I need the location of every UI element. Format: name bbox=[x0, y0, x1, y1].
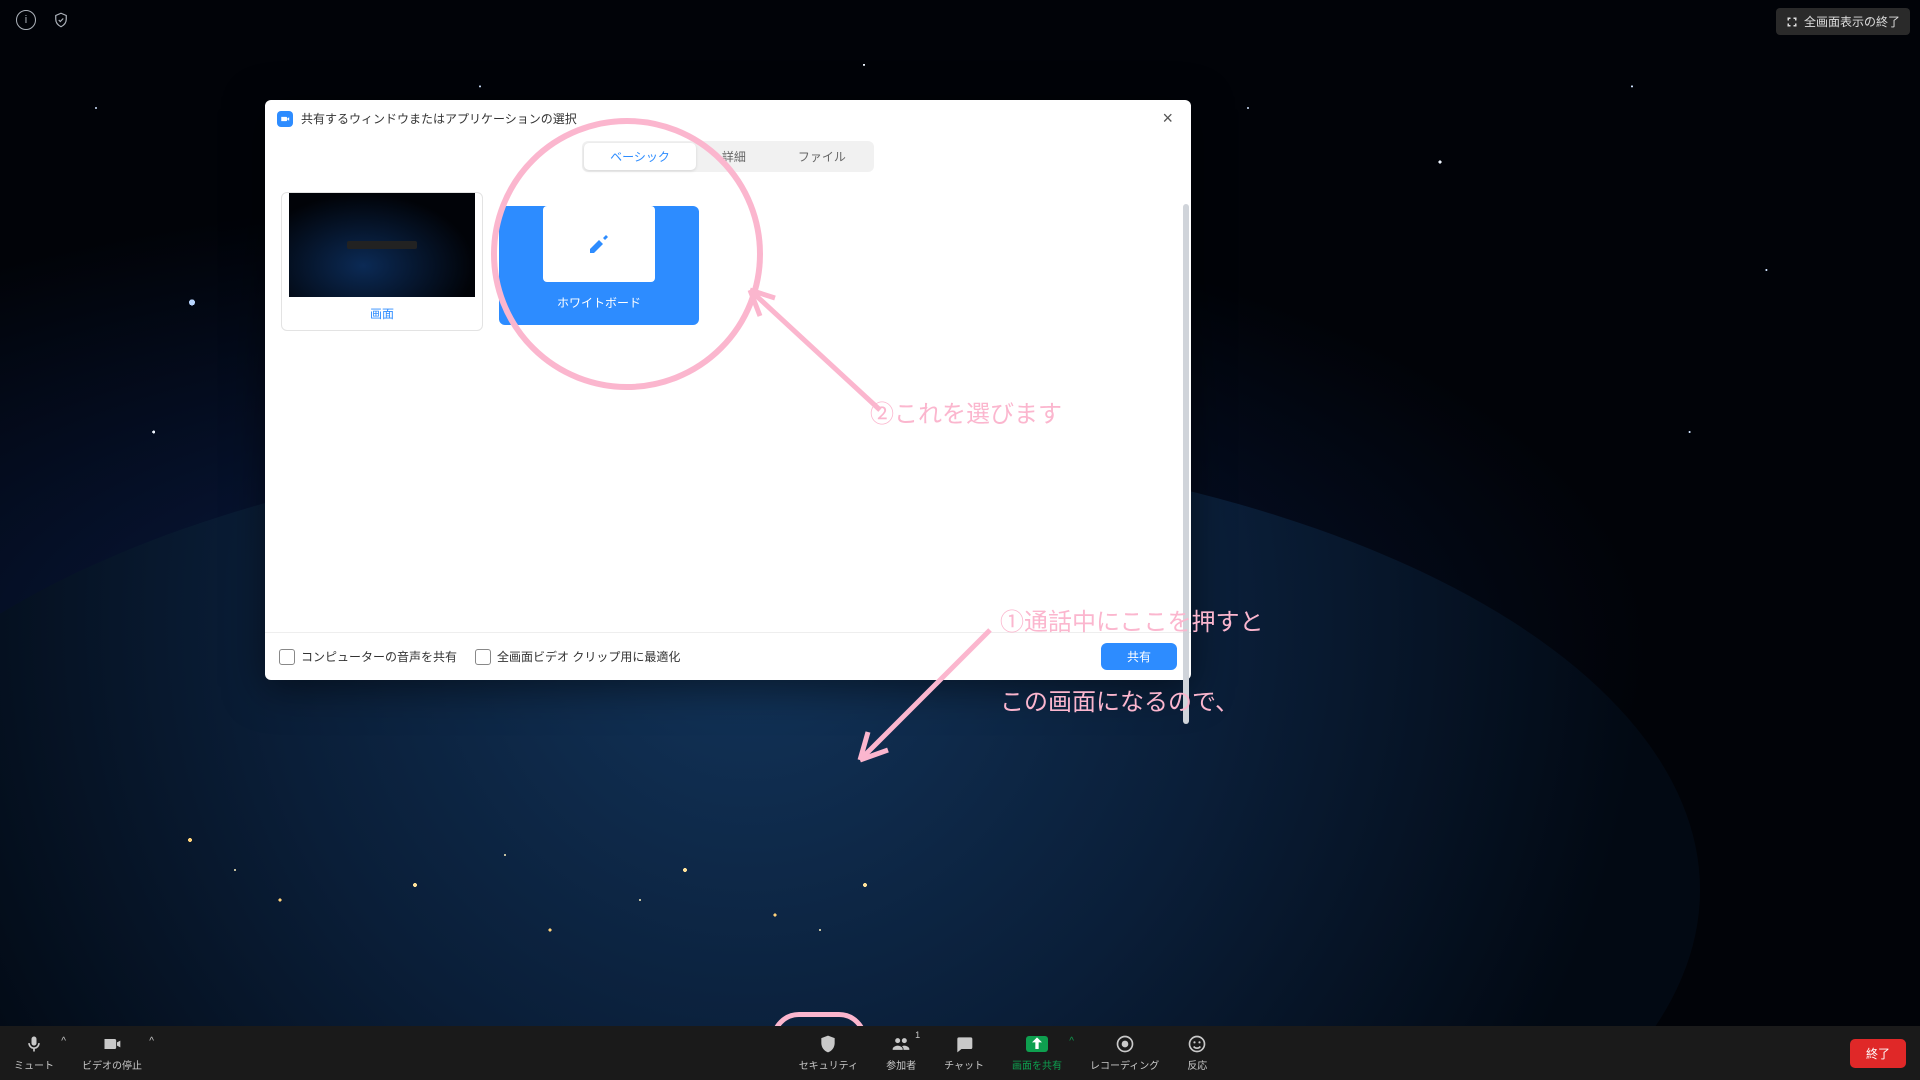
record-icon bbox=[1115, 1034, 1135, 1054]
reactions-label: 反応 bbox=[1187, 1057, 1207, 1072]
chat-label: チャット bbox=[944, 1057, 984, 1072]
exit-fullscreen-button[interactable]: 全画面表示の終了 bbox=[1776, 8, 1910, 35]
microphone-icon bbox=[24, 1034, 44, 1054]
video-button[interactable]: ^ ビデオの停止 bbox=[68, 1026, 156, 1080]
close-icon[interactable]: × bbox=[1156, 108, 1179, 129]
security-label: セキュリティ bbox=[799, 1057, 858, 1072]
tab-advanced[interactable]: 詳細 bbox=[696, 143, 772, 170]
optimize-video-checkbox[interactable]: 全画面ビデオ クリップ用に最適化 bbox=[475, 648, 680, 665]
share-screen-button[interactable]: ^ 画面を共有 bbox=[998, 1026, 1076, 1080]
tab-basic[interactable]: ベーシック bbox=[584, 143, 696, 170]
share-audio-label: コンピューターの音声を共有 bbox=[301, 648, 457, 665]
whiteboard-icon bbox=[543, 206, 655, 282]
screen-thumbnail bbox=[289, 193, 475, 297]
top-left-controls: i bbox=[16, 10, 70, 30]
recording-label: レコーディング bbox=[1090, 1057, 1159, 1072]
chevron-up-icon[interactable]: ^ bbox=[61, 1036, 66, 1047]
info-icon[interactable]: i bbox=[16, 10, 36, 30]
share-tabs: ベーシック 詳細 ファイル bbox=[582, 141, 874, 172]
participants-count: 1 bbox=[915, 1030, 920, 1040]
video-label: ビデオの停止 bbox=[82, 1057, 142, 1072]
recording-button[interactable]: レコーディング bbox=[1076, 1026, 1173, 1080]
mute-label: ミュート bbox=[14, 1057, 54, 1072]
share-option-whiteboard[interactable]: ホワイトボード bbox=[499, 192, 699, 331]
participants-label: 参加者 bbox=[886, 1057, 916, 1072]
zoom-logo-icon bbox=[277, 111, 293, 127]
share-dialog: 共有するウィンドウまたはアプリケーションの選択 × ベーシック 詳細 ファイル … bbox=[265, 100, 1191, 680]
dialog-title: 共有するウィンドウまたはアプリケーションの選択 bbox=[301, 110, 577, 127]
end-meeting-button[interactable]: 終了 bbox=[1850, 1039, 1906, 1068]
participants-button[interactable]: 1 参加者 bbox=[872, 1026, 930, 1080]
security-button[interactable]: セキュリティ bbox=[785, 1026, 872, 1080]
reactions-icon bbox=[1187, 1034, 1207, 1054]
share-screen-icon bbox=[1026, 1036, 1048, 1052]
dialog-scrollbar[interactable] bbox=[1183, 204, 1189, 724]
share-option-screen[interactable]: 画面 bbox=[281, 192, 483, 331]
share-option-whiteboard-label: ホワイトボード bbox=[499, 286, 699, 319]
chevron-up-icon[interactable]: ^ bbox=[149, 1036, 154, 1047]
chat-icon bbox=[954, 1034, 974, 1054]
reactions-button[interactable]: 反応 bbox=[1173, 1026, 1221, 1080]
optimize-video-label: 全画面ビデオ クリップ用に最適化 bbox=[497, 648, 680, 665]
video-icon bbox=[102, 1034, 122, 1054]
meeting-toolbar: ^ ミュート ^ ビデオの停止 セキュリティ 1 参加者 チャット ^ 画面を共… bbox=[0, 1026, 1920, 1080]
exit-fullscreen-label: 全画面表示の終了 bbox=[1804, 13, 1900, 30]
shield-icon bbox=[818, 1034, 838, 1054]
participants-icon bbox=[891, 1034, 911, 1054]
share-option-screen-label: 画面 bbox=[282, 297, 482, 330]
share-option-placeholder bbox=[715, 192, 915, 327]
share-audio-checkbox[interactable]: コンピューターの音声を共有 bbox=[279, 648, 457, 665]
tab-file[interactable]: ファイル bbox=[772, 143, 872, 170]
share-button[interactable]: 共有 bbox=[1101, 643, 1177, 670]
chevron-up-icon[interactable]: ^ bbox=[1069, 1036, 1074, 1047]
share-screen-label: 画面を共有 bbox=[1012, 1057, 1062, 1072]
mute-button[interactable]: ^ ミュート bbox=[0, 1026, 68, 1080]
chat-button[interactable]: チャット bbox=[930, 1026, 998, 1080]
shield-check-icon[interactable] bbox=[52, 11, 70, 29]
